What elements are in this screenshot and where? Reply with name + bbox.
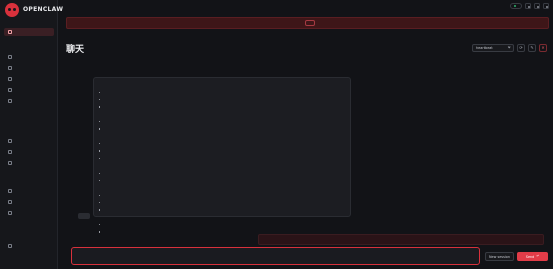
- grid-icon: [8, 55, 12, 59]
- list-item: [98, 206, 346, 213]
- list-item: [98, 147, 346, 154]
- close-icon: ✕: [541, 45, 545, 50]
- sidebar-item-config[interactable]: [4, 187, 54, 195]
- sidebar-item-instances[interactable]: [4, 75, 54, 83]
- send-arrow-icon: ↵: [536, 253, 540, 258]
- avatar: [78, 213, 90, 219]
- book-icon: [8, 244, 12, 248]
- sidebar-item-overview[interactable]: [4, 53, 54, 61]
- sidebar-item-usage[interactable]: [4, 97, 54, 105]
- list-item: [98, 103, 346, 110]
- edit-button[interactable]: ✎: [528, 44, 536, 52]
- update-banner: [66, 17, 549, 29]
- assistant-message: [93, 77, 351, 233]
- edit-icon: ✎: [530, 45, 534, 50]
- link-icon: [8, 66, 12, 70]
- node-icon: [8, 161, 12, 165]
- bar-chart-icon: [8, 88, 12, 92]
- send-button[interactable]: Send ↵: [517, 252, 548, 261]
- sidebar-item-nodes[interactable]: [4, 159, 54, 167]
- sidebar-item-skills[interactable]: [4, 148, 54, 156]
- bolt-icon: [8, 150, 12, 154]
- sidebar: OPENCLAW: [0, 0, 63, 269]
- update-now-button[interactable]: [304, 20, 315, 26]
- section-heading: [98, 213, 346, 221]
- refresh-icon: ⟳: [519, 45, 523, 50]
- list-item: [98, 191, 346, 198]
- gear-icon: [8, 189, 12, 193]
- chat-controls: heartbeat ⟳ ✎ ✕: [472, 44, 547, 52]
- list-item: [98, 169, 346, 176]
- system-message: [258, 234, 544, 245]
- section-heading: [98, 184, 346, 192]
- chevron-down-icon: [507, 45, 511, 50]
- message-body: [98, 81, 346, 235]
- topbar: [58, 0, 553, 13]
- session-select-value: heartbeat: [476, 46, 493, 50]
- app-logo: OPENCLAW: [5, 3, 63, 17]
- logo-icon: [5, 3, 19, 17]
- log-icon: [8, 211, 12, 215]
- sidebar-item-agents[interactable]: [4, 137, 54, 145]
- theme-dark-button[interactable]: [543, 3, 549, 9]
- sidebar-item-chat[interactable]: [4, 28, 54, 36]
- radio-icon: [8, 77, 12, 81]
- list-item: [98, 140, 346, 147]
- send-button-label: Send: [525, 254, 535, 259]
- list-item: [98, 177, 346, 184]
- sidebar-item-logs[interactable]: [4, 209, 54, 217]
- page-title: 聊天: [66, 45, 85, 55]
- gateway-status-badge[interactable]: [509, 3, 522, 9]
- sidebar-item-channels[interactable]: [4, 64, 54, 72]
- folder-icon: [8, 139, 12, 143]
- list-item: [98, 89, 346, 96]
- sidebar-item-sessions[interactable]: [4, 86, 54, 94]
- section-heading: [98, 132, 346, 140]
- theme-system-button[interactable]: [525, 3, 531, 9]
- list-item: [98, 221, 346, 228]
- refresh-button[interactable]: ⟳: [517, 44, 525, 52]
- section-heading: [98, 162, 346, 170]
- session-select[interactable]: heartbeat: [472, 44, 514, 52]
- status-dot-icon: [513, 4, 516, 8]
- sidebar-item-docs[interactable]: [4, 242, 54, 250]
- list-item: [98, 199, 346, 206]
- section-heading: [98, 110, 346, 118]
- list-item: [98, 96, 346, 103]
- list-item: [98, 118, 346, 125]
- list-item: [98, 155, 346, 162]
- theme-light-button[interactable]: [534, 3, 540, 9]
- section-heading: [98, 81, 346, 89]
- list-item: [98, 125, 346, 132]
- new-session-button[interactable]: New session: [485, 252, 514, 261]
- chat-icon: [8, 30, 12, 34]
- sidebar-item-debug[interactable]: [4, 198, 54, 206]
- message-input[interactable]: [71, 247, 480, 265]
- bug-icon: [8, 200, 12, 204]
- clock-icon: [8, 99, 12, 103]
- stop-button[interactable]: ✕: [539, 44, 547, 52]
